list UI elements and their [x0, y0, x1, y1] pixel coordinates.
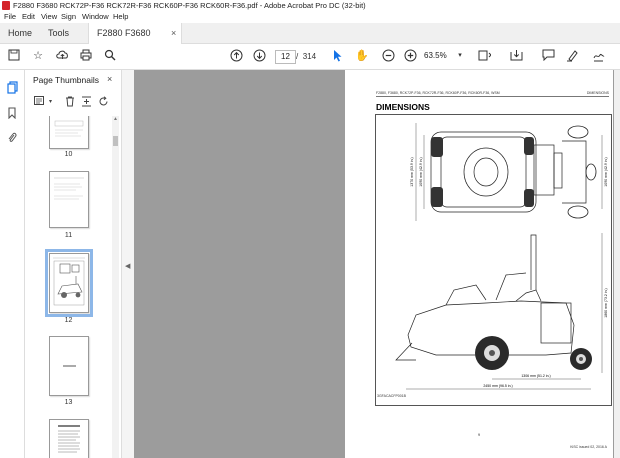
menu-view[interactable]: View: [41, 11, 57, 23]
zoom-in-icon[interactable]: [403, 49, 417, 63]
collapse-panel-arrow-icon[interactable]: ◀: [125, 262, 130, 270]
save-icon[interactable]: [7, 49, 21, 63]
page-thumbnails-panel: Page Thumbnails × ▾ 10 11 12 13 ▲: [25, 70, 120, 458]
delete-page-icon[interactable]: [63, 96, 76, 109]
thumbnail-page-14[interactable]: [49, 419, 89, 458]
dim-width-outer: 1370 mm (53.9 in.): [410, 157, 414, 186]
menu-window[interactable]: Window: [82, 11, 109, 23]
dim-height: 1860 mm (73.2 in.): [604, 288, 608, 317]
page-total: / 314: [296, 50, 316, 63]
bookmarks-icon[interactable]: [5, 107, 19, 121]
tab-close-icon[interactable]: ×: [171, 23, 176, 43]
dimensions-figure: 1370 mm (53.9 in.) 1090 mm (42.9 in.) 10…: [375, 114, 612, 406]
comment-icon[interactable]: [541, 49, 555, 63]
thumbnail-label: 10: [64, 151, 73, 158]
options-chevron-icon[interactable]: ▾: [44, 96, 57, 109]
thumbnail-label: 13: [64, 399, 73, 406]
select-cursor-icon[interactable]: [331, 49, 345, 63]
page-thumbnails-icon[interactable]: [5, 81, 19, 95]
tab-home[interactable]: Home: [8, 23, 32, 43]
download-tray-icon[interactable]: [509, 49, 523, 63]
page-header: F2880, F3680, RCK72P-F36, RCK72R-F36, RC…: [376, 91, 609, 97]
tab-tools[interactable]: Tools: [48, 23, 69, 43]
page-header-left: F2880, F3680, RCK72P-F36, RCK72R-F36, RC…: [376, 91, 500, 95]
next-page-icon[interactable]: [252, 49, 266, 63]
panel-toolbar: ▾: [25, 94, 120, 112]
thumbnails-list: 10 11 12 13: [25, 116, 113, 458]
zoom-level-input[interactable]: 63.5%: [424, 50, 454, 62]
page-total-count: 314: [302, 52, 317, 61]
search-icon[interactable]: [103, 49, 117, 63]
page-title: DIMENSIONS: [376, 102, 430, 112]
thumbnail-page-13[interactable]: [49, 336, 89, 396]
insert-pages-icon[interactable]: [80, 96, 93, 109]
dim-width-inner: 1090 mm (42.9 in.): [419, 157, 423, 186]
title-bar: F2880 F3680 RCK72P-F36 RCK72R-F36 RCK60P…: [0, 0, 620, 11]
highlight-pen-icon[interactable]: [565, 49, 579, 63]
page-footer: KiSC issued 02, 2016 A: [570, 445, 607, 449]
dim-length: 2450 mm (96.5 in.): [483, 384, 512, 388]
page-separator: /: [296, 52, 299, 61]
menu-file[interactable]: File: [4, 11, 16, 23]
zoom-dropdown-chevron-icon[interactable]: ▾: [453, 49, 467, 63]
toolbar: ☆ 12 / 314 ✋ 63.5% ▾: [0, 44, 620, 70]
hand-tool-icon[interactable]: ✋: [355, 49, 369, 63]
panel-close-icon[interactable]: ×: [107, 74, 112, 84]
document-scrollbar[interactable]: [614, 70, 620, 458]
zoom-out-icon[interactable]: [381, 49, 395, 63]
upload-cloud-icon[interactable]: [55, 49, 69, 63]
pdf-page: F2880, F3680, RCK72P-F36, RCK72R-F36, RC…: [345, 70, 613, 458]
print-icon[interactable]: [79, 49, 93, 63]
bookmark-star-icon[interactable]: ☆: [31, 49, 45, 63]
figure-code: 3GFACACFP001B: [377, 394, 406, 398]
tab-bar: Home Tools F2880 F3680 RCK7... ×: [0, 23, 620, 58]
thumbnail-page-12[interactable]: [45, 249, 93, 317]
tab-document[interactable]: F2880 F3680 RCK7... ×: [88, 23, 182, 58]
page-header-right: DIMENSIONS: [586, 91, 609, 95]
acrobat-pdf-icon: [2, 1, 10, 10]
attachments-paperclip-icon[interactable]: [5, 131, 19, 145]
page-number: 9: [477, 432, 481, 437]
scroll-up-arrow-icon[interactable]: ▲: [113, 116, 118, 122]
panel-title: Page Thumbnails: [33, 75, 99, 85]
page-number-input[interactable]: 12: [275, 50, 296, 64]
menu-edit[interactable]: Edit: [22, 11, 35, 23]
sign-icon[interactable]: [591, 49, 605, 63]
thumbnail-label: 12: [64, 317, 73, 324]
thumbnails-scrollbar[interactable]: ▲: [112, 116, 119, 458]
menu-help[interactable]: Help: [113, 11, 128, 23]
menu-sign[interactable]: Sign: [61, 11, 76, 23]
window-title: F2880 F3680 RCK72P-F36 RCK72R-F36 RCK60P…: [13, 1, 366, 10]
thumbnail-page-11[interactable]: [49, 171, 89, 228]
dim-wheelbase: 1306 mm (51.2 in.): [521, 374, 550, 378]
thumbnail-page-10[interactable]: [49, 116, 89, 149]
dim-width-right: 1090 mm (42.9 in.): [604, 157, 608, 186]
thumbnail-label: 11: [64, 232, 73, 239]
panel-splitter[interactable]: ◀: [121, 70, 134, 458]
rotate-page-icon[interactable]: [97, 96, 110, 109]
previous-page-icon[interactable]: [229, 49, 243, 63]
page-display-icon[interactable]: [477, 49, 492, 63]
left-navigation-rail: [0, 70, 25, 458]
thumbnails-scroll-thumb[interactable]: [113, 136, 118, 146]
menu-bar: File Edit View Sign Window Help: [0, 11, 620, 23]
